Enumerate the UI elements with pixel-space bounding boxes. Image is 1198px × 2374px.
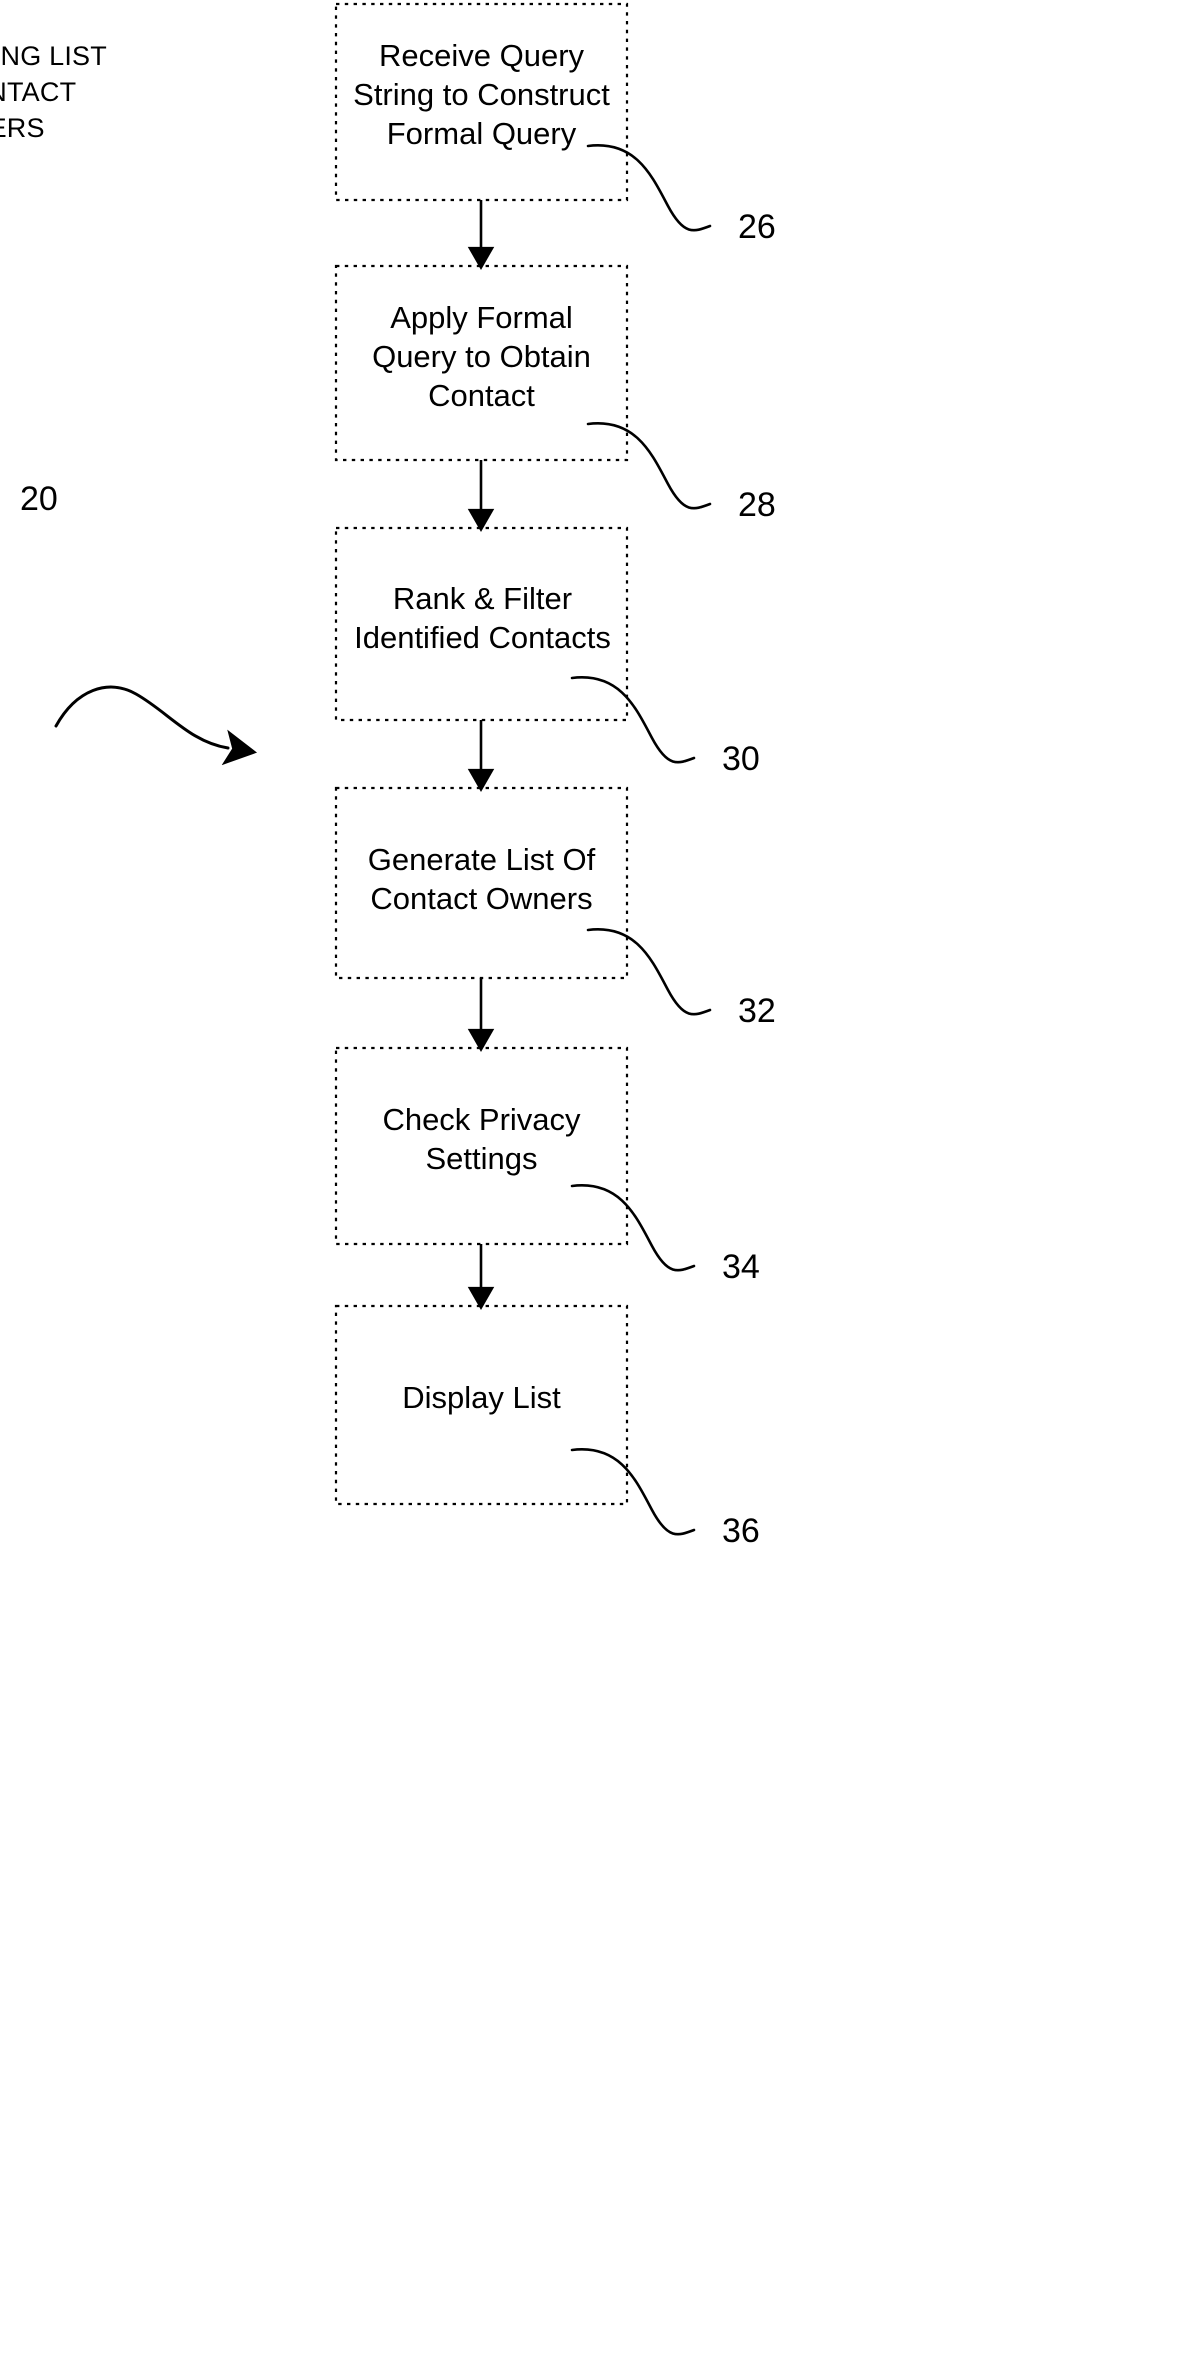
patent-figure-page: ERATING LIST F CONTACT OWNERS Receive Qu… — [0, 0, 1198, 2374]
reference-numeral-28: 28 — [738, 486, 776, 524]
process-box-30-label: Rank & Filter Identified Contacts — [354, 581, 611, 655]
figure-title: ERATING LIST F CONTACT OWNERS — [0, 41, 107, 143]
process-box-36-label: Display List — [402, 1380, 561, 1415]
reference-numeral-32: 32 — [738, 992, 776, 1030]
reference-numeral-36: 36 — [722, 1512, 760, 1550]
process-box-28-label: Apply Formal Query to Obtain Contact — [372, 300, 591, 413]
system-leader-arrow — [54, 685, 258, 766]
reference-numeral-34: 34 — [722, 1248, 760, 1286]
process-box-32-label: Generate List Of Contact Owners — [367, 842, 596, 916]
process-box-26-label: Receive Query String to Construct Formal… — [353, 38, 610, 151]
reference-numeral-20: 20 — [20, 480, 58, 518]
reference-numeral-26: 26 — [738, 208, 776, 246]
reference-numeral-30: 30 — [722, 740, 760, 778]
process-box-34-label: Check Privacy Settings — [382, 1102, 581, 1176]
